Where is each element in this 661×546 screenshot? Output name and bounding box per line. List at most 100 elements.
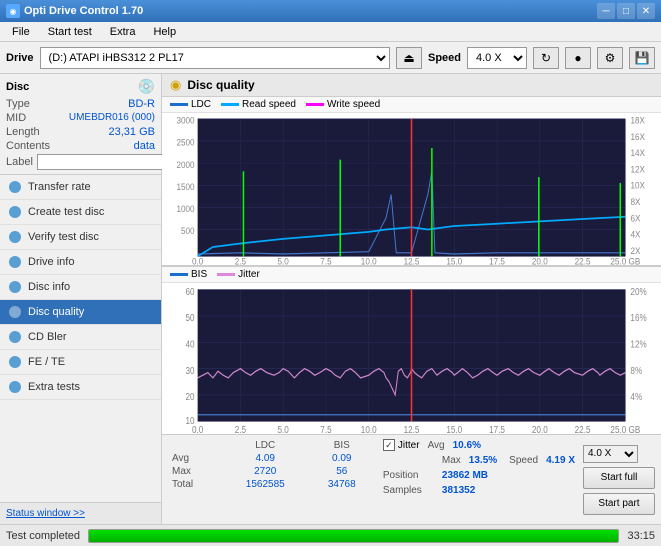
nav-verify-test-disc[interactable]: Verify test disc (0, 225, 161, 250)
svg-text:12X: 12X (630, 164, 645, 175)
jitter-checkbox[interactable]: ✓ (383, 439, 395, 451)
drive-select[interactable]: (D:) ATAPI iHBS312 2 PL17 (40, 47, 390, 69)
legend-ldc: LDC (170, 99, 211, 110)
nav-label-drive-info: Drive info (28, 256, 74, 268)
disc-quality-icon (8, 305, 22, 319)
menu-help[interactable]: Help (145, 24, 184, 40)
svg-text:10.0: 10.0 (361, 423, 377, 434)
nav-label-extra-tests: Extra tests (28, 381, 80, 393)
bis-label: BIS (191, 269, 207, 280)
nav-label-transfer-rate: Transfer rate (28, 181, 91, 193)
close-button[interactable]: ✕ (637, 3, 655, 19)
extra-tests-icon (8, 380, 22, 394)
svg-text:1500: 1500 (176, 181, 194, 192)
right-panel: ◉ Disc quality LDC Read speed Write spee… (162, 74, 661, 524)
svg-text:16%: 16% (630, 311, 647, 323)
eject-button[interactable]: ⏏ (396, 47, 422, 69)
total-ldc: 1562585 (222, 478, 309, 491)
max-label: Max (168, 465, 222, 478)
verify-test-disc-icon (8, 230, 22, 244)
jitter-max-row: Max 13.5% Speed 4.19 X (383, 455, 575, 466)
nav-drive-info[interactable]: Drive info (0, 250, 161, 275)
position-row: Position 23862 MB (383, 470, 575, 481)
total-bis: 34768 (309, 478, 375, 491)
stats-section: LDC BIS Avg 4.09 0.09 Max 2720 (162, 434, 661, 524)
maximize-button[interactable]: □ (617, 3, 635, 19)
col-header-empty (168, 439, 222, 452)
nav-disc-quality[interactable]: Disc quality (0, 300, 161, 325)
nav-extra-tests[interactable]: Extra tests (0, 375, 161, 400)
svg-text:1000: 1000 (176, 204, 194, 215)
drive-speed-select[interactable]: 4.0 X (467, 47, 527, 69)
nav-label-cd-bler: CD Bler (28, 331, 67, 343)
minimize-button[interactable]: ─ (597, 3, 615, 19)
refresh-button[interactable]: ↻ (533, 47, 559, 69)
total-label: Total (168, 478, 222, 491)
svg-text:7.5: 7.5 (320, 423, 331, 434)
fe-te-icon (8, 355, 22, 369)
start-full-button[interactable]: Start full (583, 467, 655, 489)
nav-transfer-rate[interactable]: Transfer rate (0, 175, 161, 200)
svg-text:15.0: 15.0 (446, 423, 462, 434)
max-bis: 56 (309, 465, 375, 478)
menu-file[interactable]: File (4, 24, 38, 40)
bis-color (170, 273, 188, 276)
save-button[interactable]: 💾 (629, 47, 655, 69)
read-speed-color (221, 103, 239, 106)
svg-text:20.0: 20.0 (532, 423, 548, 434)
chart-title: Disc quality (187, 78, 254, 92)
disc-contents-row: Contents data (6, 140, 155, 152)
svg-text:14X: 14X (630, 148, 645, 159)
label-key: Label (6, 156, 33, 168)
mid-label: MID (6, 112, 26, 124)
record-button[interactable]: ● (565, 47, 591, 69)
nav-fe-te[interactable]: FE / TE (0, 350, 161, 375)
drive-label: Drive (6, 52, 34, 64)
svg-text:10X: 10X (630, 180, 645, 191)
create-test-disc-icon (8, 205, 22, 219)
svg-text:40: 40 (186, 337, 195, 349)
svg-text:17.5: 17.5 (489, 423, 505, 434)
svg-text:8X: 8X (630, 197, 640, 208)
app-title: Opti Drive Control 1.70 (24, 5, 143, 17)
disc-type-row: Type BD-R (6, 98, 155, 110)
avg-bis: 0.09 (309, 452, 375, 465)
nav-label-disc-quality: Disc quality (28, 306, 84, 318)
svg-text:22.5: 22.5 (575, 256, 591, 265)
menu-extra[interactable]: Extra (102, 24, 144, 40)
settings-button[interactable]: ⚙ (597, 47, 623, 69)
nav-label-verify-test-disc: Verify test disc (28, 231, 99, 243)
stats-speed-select[interactable]: 4.0 X (583, 445, 638, 463)
svg-text:6X: 6X (630, 213, 640, 224)
cd-bler-icon (8, 330, 22, 344)
label-input[interactable] (37, 154, 175, 170)
progress-time: 33:15 (627, 530, 655, 542)
svg-text:30: 30 (186, 363, 195, 375)
menu-start-test[interactable]: Start test (40, 24, 100, 40)
svg-text:8%: 8% (630, 363, 642, 375)
svg-text:20.0: 20.0 (532, 256, 548, 265)
nav-label-fe-te: FE / TE (28, 356, 65, 368)
nav-disc-info[interactable]: Disc info (0, 275, 161, 300)
nav-cd-bler[interactable]: CD Bler (0, 325, 161, 350)
jitter-label: Jitter (238, 269, 260, 280)
window-controls: ─ □ ✕ (597, 3, 655, 19)
jitter-color (217, 273, 235, 276)
avg-ldc: 4.09 (222, 452, 309, 465)
disc-title: Disc (6, 81, 29, 93)
nav-create-test-disc[interactable]: Create test disc (0, 200, 161, 225)
chart-header: ◉ Disc quality (162, 74, 661, 97)
svg-text:7.5: 7.5 (320, 256, 331, 265)
nav-label-disc-info: Disc info (28, 281, 70, 293)
svg-text:20: 20 (186, 390, 195, 402)
start-part-button[interactable]: Start part (583, 493, 655, 515)
status-window-button[interactable]: Status window >> (6, 508, 85, 519)
top-chart: 3000 2500 2000 1500 1000 500 18X 16X 14X… (162, 113, 661, 266)
stats-row-avg: Avg 4.09 0.09 (168, 452, 375, 465)
svg-text:16X: 16X (630, 131, 645, 142)
ldc-color (170, 103, 188, 106)
legend-jitter: Jitter (217, 269, 260, 280)
contents-label: Contents (6, 140, 50, 152)
svg-text:20%: 20% (630, 284, 647, 296)
samples-row: Samples 381352 (383, 485, 575, 496)
